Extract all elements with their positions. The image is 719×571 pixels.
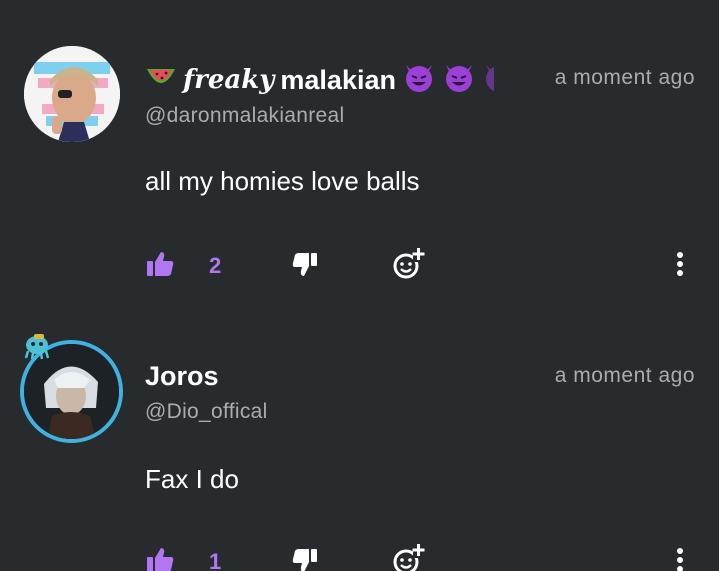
like-button[interactable] xyxy=(145,248,175,284)
display-name-text: malakian xyxy=(280,64,396,95)
display-name[interactable]: freaky malakian xyxy=(145,62,494,98)
comment-text: Fax I do xyxy=(145,464,239,494)
watermelon-icon xyxy=(145,63,177,98)
user-handle[interactable]: @daronmalakianreal xyxy=(145,104,345,128)
like-button[interactable] xyxy=(145,544,175,571)
user-handle[interactable]: @Dio_offical xyxy=(145,400,268,424)
thumbs-up-icon xyxy=(145,545,175,571)
timestamp: a moment ago xyxy=(554,364,695,387)
timestamp: a moment ago xyxy=(554,66,695,89)
display-name-fancy: freaky xyxy=(183,65,275,95)
comment-text: all my homies love balls xyxy=(145,166,420,196)
display-name[interactable]: Joros xyxy=(145,358,219,394)
more-vertical-icon xyxy=(676,251,684,282)
octopus-badge-icon xyxy=(22,334,52,360)
dislike-button[interactable] xyxy=(291,248,319,284)
devil-emoji-icon xyxy=(402,61,436,100)
more-vertical-icon xyxy=(676,547,684,571)
more-options-button[interactable] xyxy=(673,544,687,571)
devil-emoji-icon xyxy=(442,61,476,100)
like-count: 1 xyxy=(209,549,222,571)
more-options-button[interactable] xyxy=(673,248,687,284)
like-count: 2 xyxy=(209,253,222,278)
comment-actions: 1 xyxy=(145,542,695,571)
avatar[interactable] xyxy=(24,46,120,142)
avatar-image xyxy=(24,46,120,142)
devil-emoji-icon xyxy=(482,61,494,100)
thumbs-down-icon xyxy=(291,249,319,284)
display-name-text: Joros xyxy=(145,360,219,391)
add-emoji-icon xyxy=(391,246,427,287)
add-reaction-button[interactable] xyxy=(391,542,427,571)
add-reaction-button[interactable] xyxy=(391,246,427,287)
thumbs-up-icon xyxy=(145,249,175,284)
comment-actions: 2 xyxy=(145,246,695,287)
add-emoji-icon xyxy=(391,542,427,571)
comment-feed: freaky malakian a moment ago @daronmalak… xyxy=(0,0,719,571)
dislike-button[interactable] xyxy=(291,544,319,571)
thumbs-down-icon xyxy=(291,545,319,571)
